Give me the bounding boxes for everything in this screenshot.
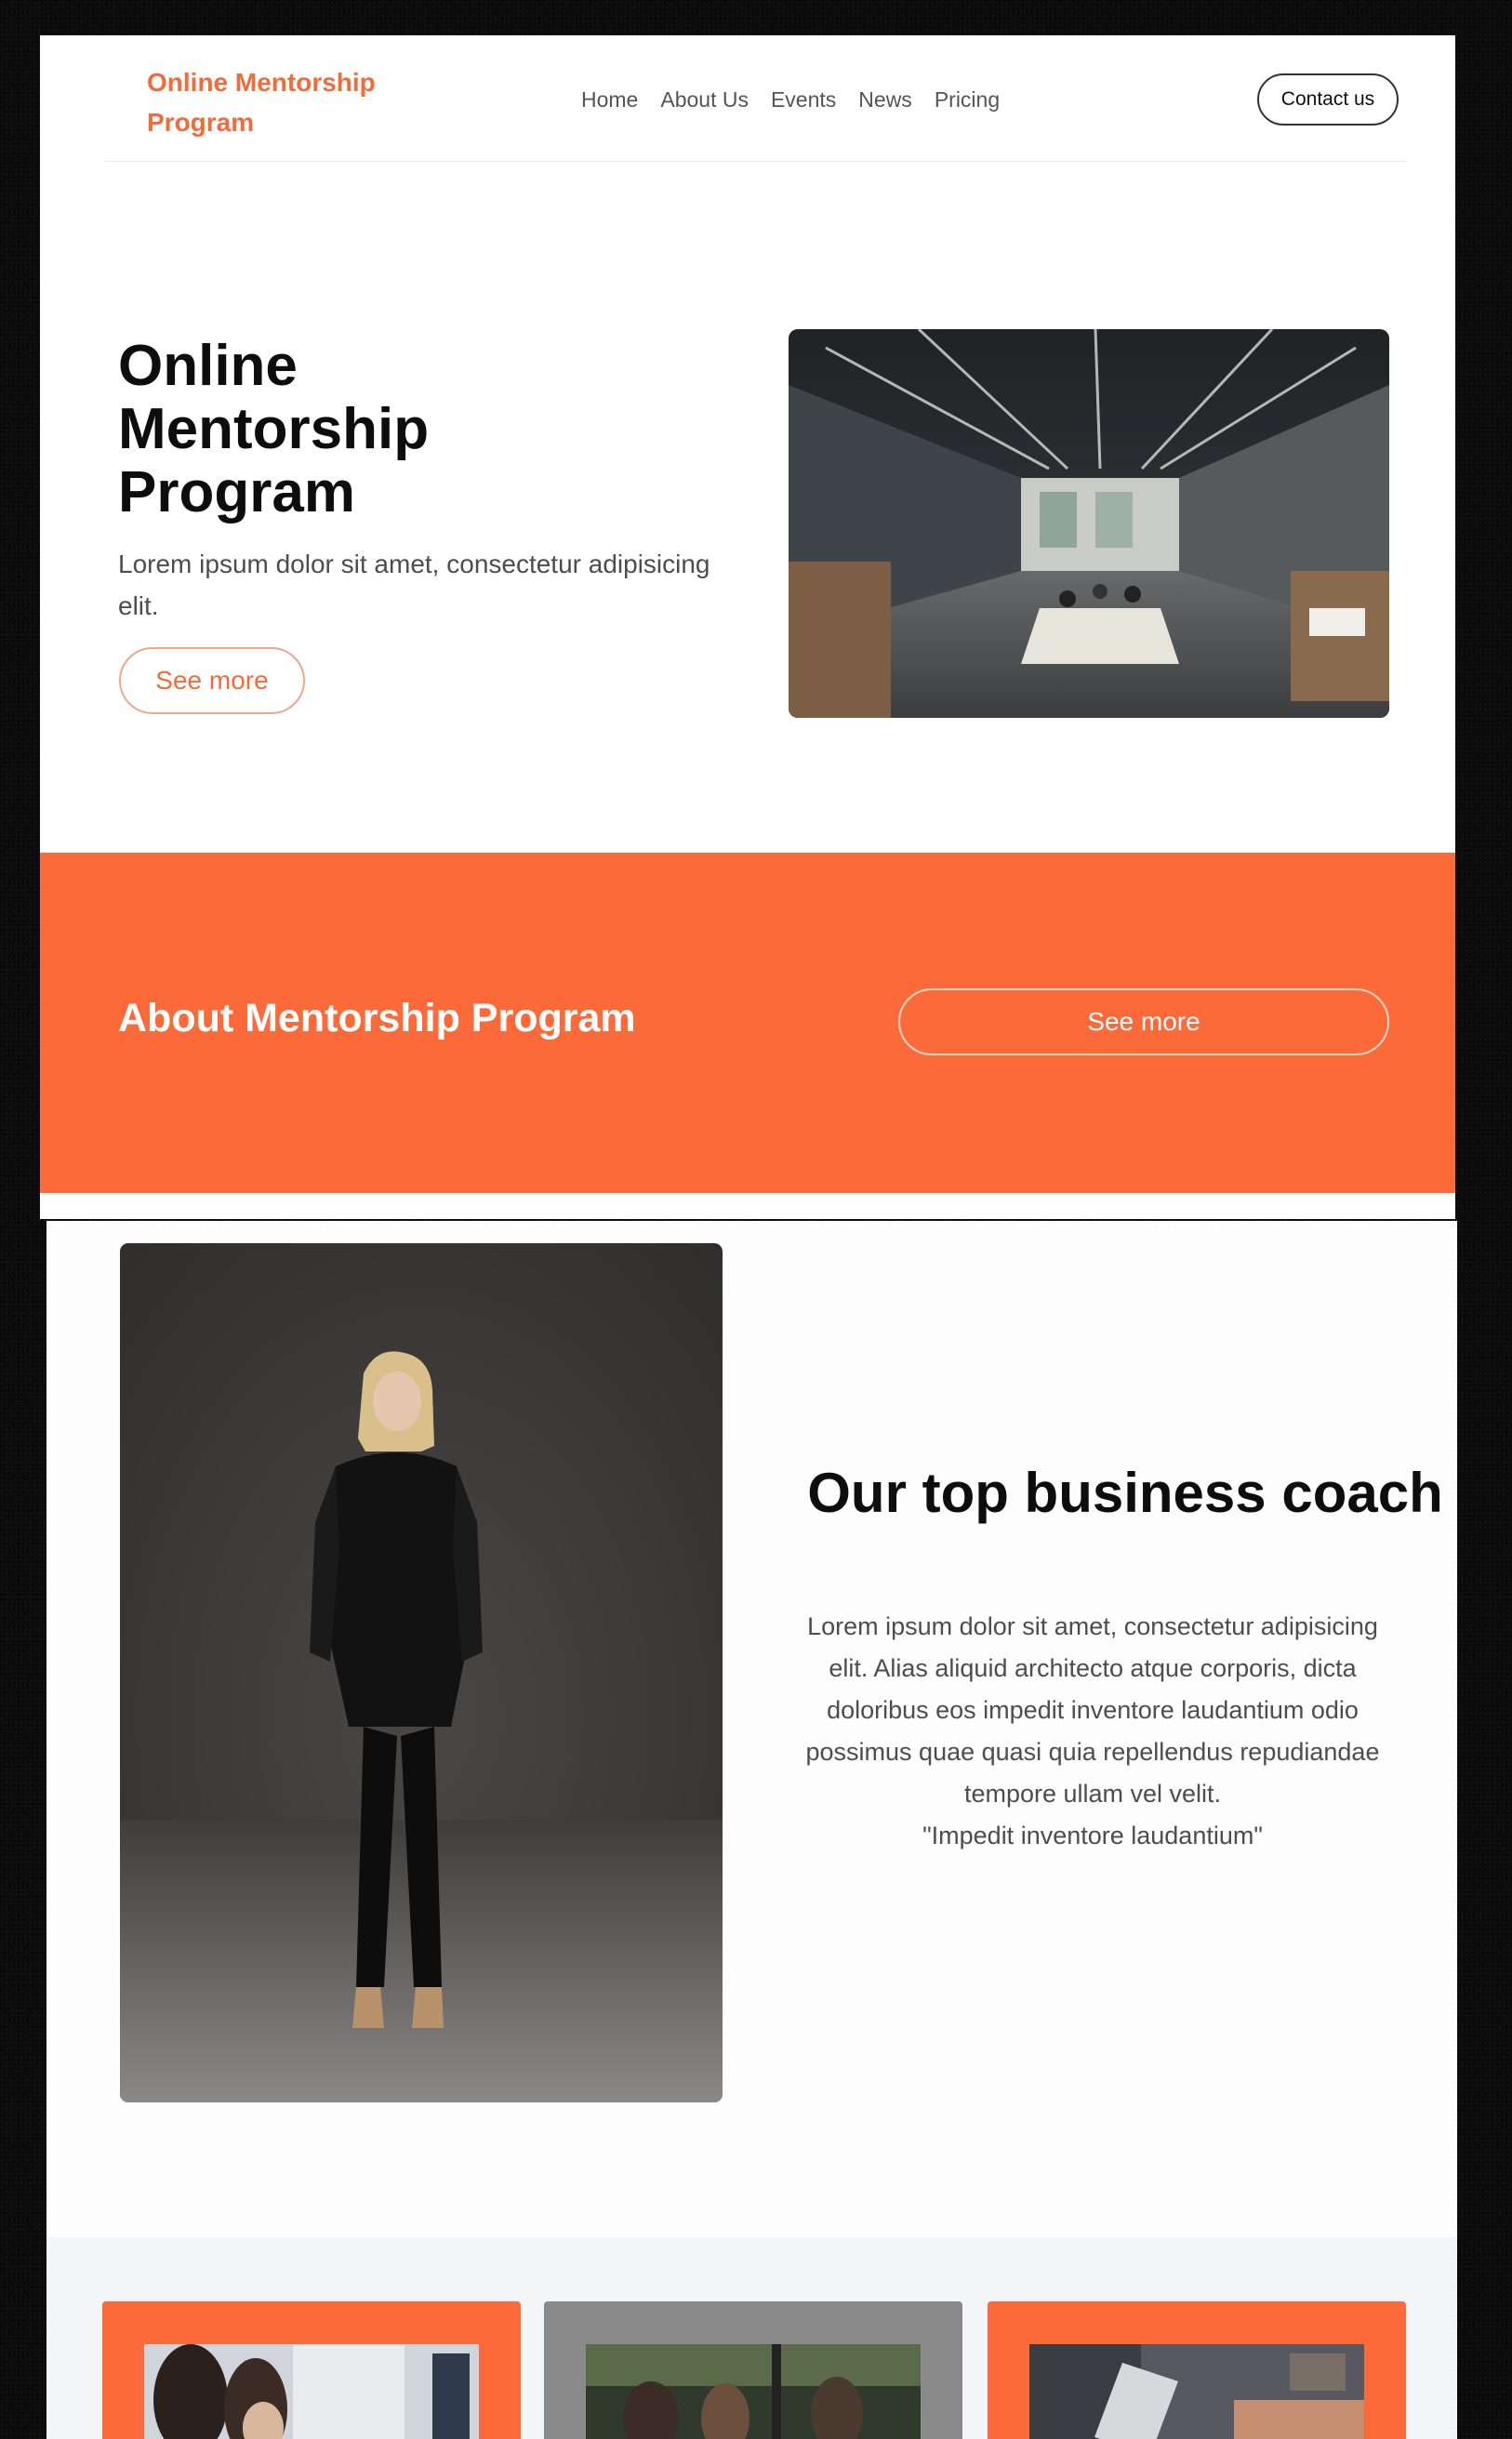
card-meeting[interactable] — [102, 2301, 521, 2439]
nav-news[interactable]: News — [858, 84, 912, 115]
card-team[interactable] — [544, 2301, 962, 2439]
coach-body: Lorem ipsum dolor sit amet, consectetur … — [805, 1612, 1380, 1808]
site-header: Online Mentorship Program Home About Us … — [105, 35, 1407, 162]
hero-description: Lorem ipsum dolor sit amet, consectetur … — [118, 550, 710, 620]
about-title: About Mentorship Program — [118, 996, 636, 1041]
brand-line-2: Program — [147, 108, 255, 137]
nav-events[interactable]: Events — [771, 84, 836, 115]
contact-button[interactable]: Contact us — [1257, 73, 1399, 126]
about-section: About Mentorship Program See more — [40, 853, 1455, 1193]
coach-photo — [120, 1243, 723, 2102]
card-meeting-image — [144, 2344, 479, 2439]
hero-title: Online Mentorship Program — [118, 334, 430, 524]
about-see-more-button[interactable]: See more — [898, 988, 1389, 1055]
card-laptop[interactable] — [988, 2301, 1406, 2439]
brand-line-1: Online Mentorship — [147, 68, 376, 97]
cards-section — [46, 2237, 1457, 2439]
brand-logo[interactable]: Online Mentorship Program — [147, 62, 426, 142]
main-nav: Home About Us Events News Pricing — [581, 84, 1022, 115]
bottom-panel: Our top business coach Lorem ipsum dolor… — [46, 1221, 1457, 2439]
hero-see-more-button[interactable]: See more — [119, 647, 305, 714]
top-panel: Online Mentorship Program Home About Us … — [40, 35, 1455, 1219]
coach-title: Our top business coach — [807, 1462, 1443, 1524]
coach-description: Lorem ipsum dolor sit amet, consectetur … — [786, 1606, 1399, 1857]
nav-about[interactable]: About Us — [660, 84, 749, 115]
card-laptop-image — [1029, 2344, 1364, 2439]
nav-pricing[interactable]: Pricing — [935, 84, 1000, 115]
coach-quote: "Impedit inventore laudantium" — [922, 1822, 1263, 1849]
office-photo — [789, 329, 1389, 718]
card-team-image — [586, 2344, 921, 2439]
nav-home[interactable]: Home — [581, 84, 638, 115]
